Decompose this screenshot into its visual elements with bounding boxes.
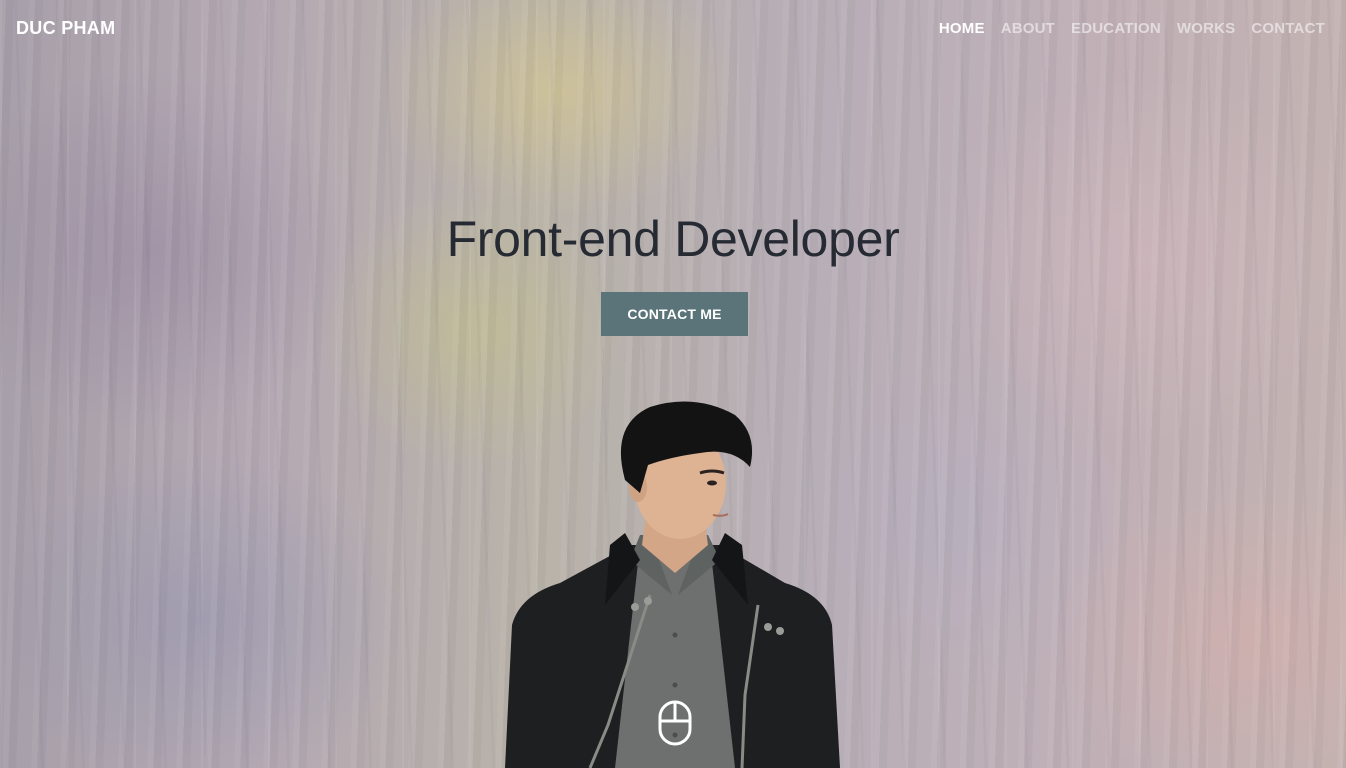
navbar: DUC PHAM HOME ABOUT EDUCATION WORKS CONT… <box>0 0 1346 56</box>
nav-item-contact[interactable]: CONTACT <box>1251 20 1325 37</box>
nav-item-about[interactable]: ABOUT <box>1001 20 1055 37</box>
nav-links: HOME ABOUT EDUCATION WORKS CONTACT <box>939 20 1325 37</box>
mouse-icon[interactable] <box>658 700 692 746</box>
brand-logo[interactable]: DUC PHAM <box>16 18 115 39</box>
nav-item-home[interactable]: HOME <box>939 20 985 37</box>
page-title: Front-end Developer <box>446 211 900 267</box>
contact-me-button[interactable]: CONTACT ME <box>601 292 748 336</box>
hero-section: DUC PHAM HOME ABOUT EDUCATION WORKS CONT… <box>0 0 1346 768</box>
nav-item-education[interactable]: EDUCATION <box>1071 20 1161 37</box>
nav-item-works[interactable]: WORKS <box>1177 20 1236 37</box>
